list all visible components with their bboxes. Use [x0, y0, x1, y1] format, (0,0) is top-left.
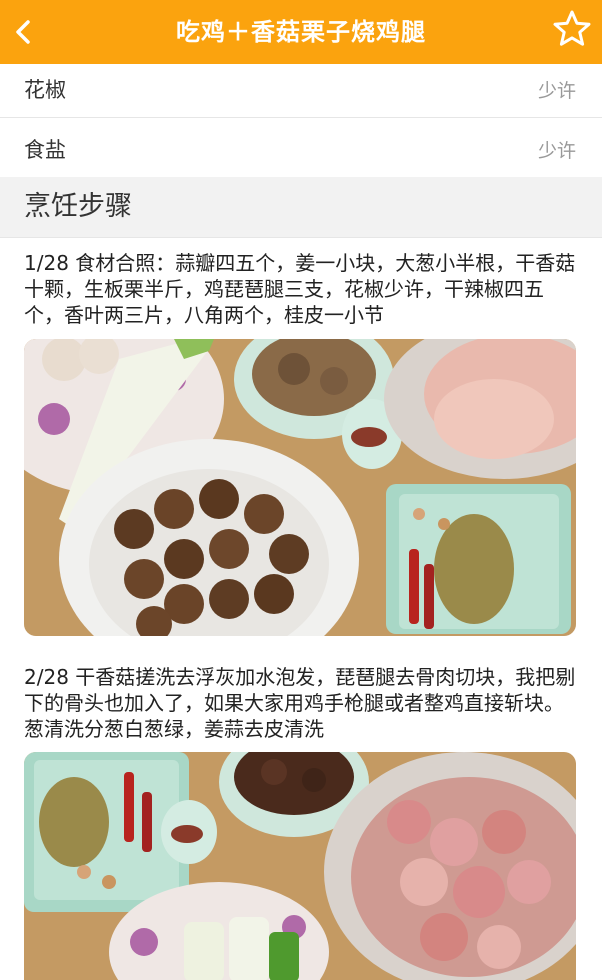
back-button[interactable]: [10, 14, 38, 50]
ingredient-row: 花椒 少许: [0, 64, 602, 117]
prepared-ingredients-photo: [24, 752, 576, 980]
chevron-left-icon: [16, 20, 30, 44]
step-text: 1/28 食材合照：蒜瓣四五个，姜一小块，大葱小半根，干香菇十颗，生板栗半斤，鸡…: [24, 251, 576, 327]
star-outline-icon: [553, 10, 591, 46]
steps-section-header: 烹饪步骤: [0, 177, 602, 237]
section-title: 烹饪步骤: [24, 191, 132, 222]
ingredients-photo: [24, 339, 576, 636]
divider: [0, 237, 602, 238]
step-text: 2/28 干香菇搓洗去浮灰加水泡发，琵琶腿去骨肉切块，我把剔下的骨头也加入了，如…: [24, 665, 576, 741]
favorite-button[interactable]: [552, 9, 592, 49]
ingredient-row: 食盐 少许: [0, 118, 602, 177]
ingredient-name: 花椒: [24, 78, 66, 102]
step-photo[interactable]: [24, 752, 576, 980]
app-header: 吃鸡＋香菇栗子烧鸡腿: [0, 0, 602, 64]
ingredient-name: 食盐: [24, 138, 66, 162]
ingredient-amount: 少许: [537, 140, 576, 162]
ingredient-amount: 少许: [537, 80, 576, 102]
page-title: 吃鸡＋香菇栗子烧鸡腿: [176, 18, 426, 46]
step-photo[interactable]: [24, 339, 576, 636]
